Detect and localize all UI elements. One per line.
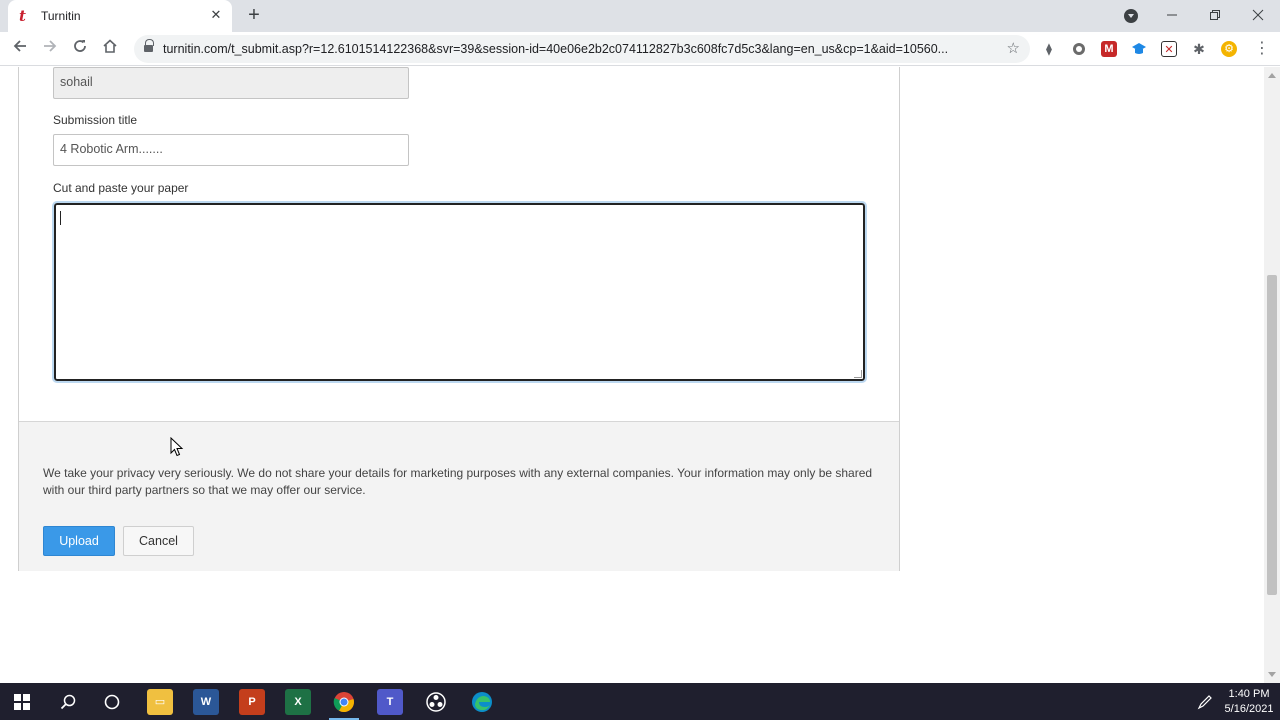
pdf-extension-icon[interactable]: M bbox=[1101, 41, 1117, 57]
chrome-icon[interactable] bbox=[331, 689, 357, 715]
form-footer: We take your privacy very seriously. We … bbox=[19, 421, 899, 571]
tab-title: Turnitin bbox=[41, 9, 81, 23]
scroll-down-arrow-icon[interactable] bbox=[1268, 672, 1276, 677]
windows-taskbar: ▭ W P X T 1:40 PM 5/16/2021 bbox=[0, 683, 1280, 720]
file-explorer-icon[interactable]: ▭ bbox=[147, 689, 173, 715]
back-arrow-icon[interactable] bbox=[9, 38, 31, 60]
word-icon[interactable]: W bbox=[193, 689, 219, 715]
upload-button[interactable]: Upload bbox=[43, 526, 115, 556]
windows-start-icon[interactable] bbox=[9, 689, 35, 715]
cortana-icon[interactable] bbox=[99, 689, 125, 715]
x-extension-icon[interactable]: ✕ bbox=[1161, 41, 1177, 57]
tab-search-icon[interactable] bbox=[1124, 9, 1138, 23]
close-window-icon[interactable] bbox=[1246, 4, 1270, 28]
forward-arrow-icon[interactable] bbox=[39, 38, 61, 60]
paper-textarea-label: Cut and paste your paper bbox=[53, 181, 189, 195]
page-viewport: sohail Submission title 4 Robotic Arm...… bbox=[0, 67, 1264, 683]
browser-toolbar: turnitin.com/t_submit.asp?r=12.610151412… bbox=[0, 32, 1280, 66]
turnitin-favicon-icon: t bbox=[19, 7, 26, 25]
author-name-field[interactable]: sohail bbox=[53, 67, 409, 99]
browser-tab-turnitin[interactable]: t Turnitin ✕ bbox=[8, 0, 232, 32]
new-tab-button[interactable]: + bbox=[244, 5, 264, 25]
graduation-cap-extension-icon[interactable] bbox=[1131, 41, 1147, 57]
text-caret bbox=[60, 211, 61, 225]
submission-title-label: Submission title bbox=[53, 113, 138, 127]
system-clock[interactable]: 1:40 PM 5/16/2021 bbox=[1222, 687, 1276, 717]
url-text[interactable]: turnitin.com/t_submit.asp?r=12.610151412… bbox=[163, 42, 983, 56]
clock-date: 5/16/2021 bbox=[1224, 703, 1274, 715]
cancel-button[interactable]: Cancel bbox=[123, 526, 194, 556]
submission-title-input[interactable]: 4 Robotic Arm....... bbox=[53, 134, 409, 166]
browser-tab-strip: t Turnitin ✕ + bbox=[0, 0, 1280, 32]
submission-form-card: sohail Submission title 4 Robotic Arm...… bbox=[18, 67, 900, 571]
chrome-menu-icon[interactable]: ⋮ bbox=[1254, 39, 1270, 59]
excel-icon[interactable]: X bbox=[285, 689, 311, 715]
bookmark-star-icon[interactable]: ☆ bbox=[1007, 39, 1020, 57]
address-bar[interactable]: turnitin.com/t_submit.asp?r=12.610151412… bbox=[134, 35, 1030, 63]
puzzle-extensions-icon[interactable]: ✱ bbox=[1191, 41, 1207, 57]
page-scrollbar[interactable] bbox=[1264, 67, 1280, 683]
clock-time: 1:40 PM bbox=[1228, 688, 1270, 700]
lock-icon[interactable] bbox=[144, 39, 154, 54]
scrollbar-thumb[interactable] bbox=[1267, 275, 1277, 595]
scroll-up-arrow-icon[interactable] bbox=[1268, 73, 1276, 78]
mouse-cursor-icon bbox=[170, 437, 184, 457]
restore-window-icon[interactable] bbox=[1203, 4, 1227, 28]
textarea-resize-handle[interactable] bbox=[854, 370, 862, 378]
powerpoint-icon[interactable]: P bbox=[239, 689, 265, 715]
circle-extension-icon[interactable] bbox=[1071, 41, 1087, 57]
search-icon[interactable] bbox=[55, 689, 81, 715]
paper-textarea[interactable] bbox=[52, 201, 867, 383]
edge-icon[interactable] bbox=[469, 689, 495, 715]
gear-avatar-icon[interactable]: ⚙ bbox=[1221, 41, 1237, 57]
obs-icon[interactable] bbox=[423, 689, 449, 715]
minimize-window-icon[interactable] bbox=[1160, 4, 1184, 28]
reload-icon[interactable] bbox=[69, 38, 91, 60]
dropbox-extension-icon[interactable]: ⧫ bbox=[1041, 41, 1057, 57]
teams-icon[interactable]: T bbox=[377, 689, 403, 715]
close-tab-icon[interactable]: ✕ bbox=[208, 7, 224, 23]
privacy-notice: We take your privacy very seriously. We … bbox=[43, 466, 873, 497]
home-icon[interactable] bbox=[99, 38, 121, 60]
pen-workspace-icon[interactable] bbox=[1192, 689, 1218, 715]
